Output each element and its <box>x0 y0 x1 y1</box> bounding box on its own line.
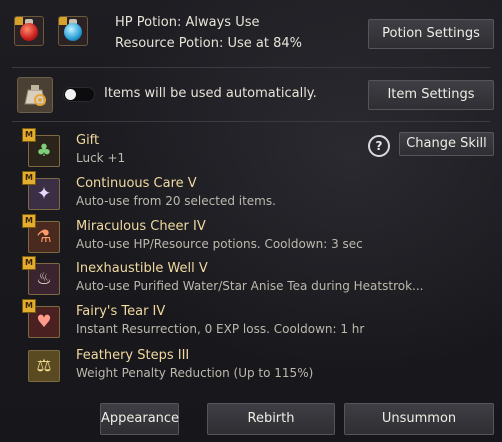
skill-item: ♨ M Inexhaustible Well V Auto-use Purifi… <box>22 256 482 299</box>
auto-use-toggle[interactable] <box>63 87 95 102</box>
skill-desc: Auto-use HP/Resource potions. Cooldown: … <box>76 237 363 251</box>
m-badge: M <box>22 128 36 142</box>
pet-settings-panel: HP Potion: Always Use Resource Potion: U… <box>0 0 502 442</box>
skill-desc: Auto-use Purified Water/Star Anise Tea d… <box>76 279 424 293</box>
skill-name: Inexhaustible Well V <box>76 261 208 276</box>
skill-item: ♥ M Fairy's Tear IV Instant Resurrection… <box>22 299 482 342</box>
skill-name: Gift <box>76 133 100 148</box>
skill-name: Fairy's Tear IV <box>76 304 166 319</box>
skill-name: Miraculous Cheer IV <box>76 219 206 234</box>
skill-name: Feathery Steps III <box>76 348 190 363</box>
divider <box>12 121 490 122</box>
skill-desc: Instant Resurrection, 0 EXP loss. Cooldo… <box>76 322 365 336</box>
blue-potion-icon <box>58 16 88 46</box>
skill-item: ⚗ M Miraculous Cheer IV Auto-use HP/Reso… <box>22 214 482 257</box>
resource-potion-label: Resource Potion: Use at 84% <box>115 36 303 51</box>
skill-item: ♣ M Gift Luck +1 <box>22 128 482 171</box>
red-potion-icon <box>14 16 44 46</box>
skill-desc: Auto-use from 20 selected items. <box>76 194 276 208</box>
m-badge: M <box>22 171 36 185</box>
divider <box>12 67 490 68</box>
m-badge: M <box>22 299 36 313</box>
rebirth-button[interactable]: Rebirth <box>207 403 335 435</box>
item-settings-button[interactable]: Item Settings <box>368 80 494 110</box>
m-badge: M <box>22 214 36 228</box>
skill-desc: Weight Penalty Reduction (Up to 115%) <box>76 366 314 380</box>
weight-icon: ⚖ <box>28 350 60 382</box>
item-bag-icon <box>17 77 53 113</box>
appearance-button[interactable]: Appearance <box>100 403 179 435</box>
unsummon-button[interactable]: Unsummon <box>344 403 494 435</box>
m-badge: M <box>22 256 36 270</box>
auto-use-label: Items will be used automatically. <box>104 86 317 101</box>
potion-settings-button[interactable]: Potion Settings <box>368 19 494 49</box>
skill-item: ⚖ Feathery Steps III Weight Penalty Redu… <box>22 346 482 386</box>
toggle-knob <box>65 89 76 100</box>
hp-potion-label: HP Potion: Always Use <box>115 15 260 30</box>
skill-desc: Luck +1 <box>76 151 126 165</box>
skill-item: ✦ M Continuous Care V Auto-use from 20 s… <box>22 171 482 214</box>
skill-name: Continuous Care V <box>76 176 197 191</box>
